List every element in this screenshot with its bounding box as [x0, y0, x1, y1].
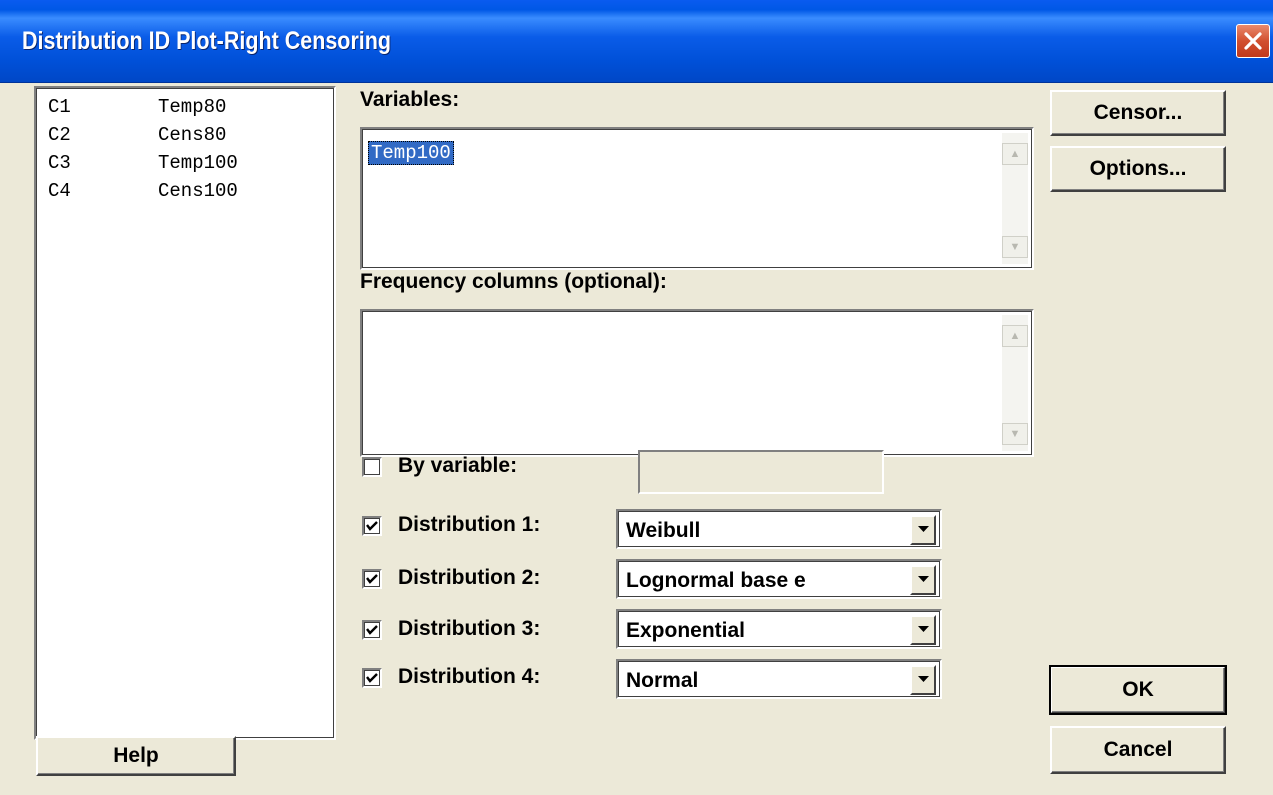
- list-item[interactable]: C2 Cens80: [48, 124, 226, 146]
- chevron-down-icon: [918, 626, 929, 632]
- chevron-down-icon: [918, 576, 929, 582]
- distribution-3-label: Distribution 3:: [398, 617, 541, 640]
- help-button[interactable]: Help: [36, 736, 236, 776]
- dropdown-button[interactable]: [910, 615, 936, 645]
- column-id: C1: [48, 96, 71, 118]
- scroll-up-icon[interactable]: ▲: [1002, 325, 1028, 347]
- ok-button[interactable]: OK: [1049, 665, 1227, 715]
- column-id: C3: [48, 152, 71, 174]
- variables-label: Variables:: [360, 88, 460, 111]
- distribution-2-checkbox[interactable]: [362, 569, 382, 589]
- column-id: C2: [48, 124, 71, 146]
- column-name: Cens80: [158, 124, 227, 146]
- scroll-up-icon[interactable]: ▲: [1002, 143, 1028, 165]
- distribution-4-checkbox[interactable]: [362, 668, 382, 688]
- chevron-down-icon: [918, 526, 929, 532]
- column-id: C4: [48, 180, 71, 202]
- by-variable-label: By variable:: [398, 454, 518, 477]
- chevron-down-icon: [918, 676, 929, 682]
- frequency-scrollbar[interactable]: ▲ ▼: [1002, 315, 1028, 451]
- window-title: Distribution ID Plot-Right Censoring: [22, 27, 392, 55]
- by-variable-checkbox[interactable]: [362, 457, 382, 477]
- distribution-3-select[interactable]: Exponential: [616, 609, 942, 649]
- variable-list[interactable]: C1 Temp80 C2 Cens80 C3 Temp100 C4 Cens100: [34, 86, 336, 740]
- checkmark-icon: [366, 625, 378, 635]
- dropdown-button[interactable]: [910, 565, 936, 595]
- list-item[interactable]: C4 Cens100: [48, 180, 238, 202]
- frequency-label: Frequency columns (optional):: [360, 270, 671, 294]
- close-icon: [1244, 32, 1262, 50]
- distribution-4-value: Normal: [626, 669, 699, 692]
- censor-button[interactable]: Censor...: [1050, 90, 1226, 136]
- distribution-1-select[interactable]: Weibull: [616, 509, 942, 549]
- distribution-3-value: Exponential: [626, 619, 746, 642]
- distribution-1-value: Weibull: [626, 519, 701, 542]
- list-item[interactable]: C3 Temp100: [48, 152, 238, 174]
- column-name: Temp80: [158, 96, 227, 118]
- variables-field[interactable]: Temp100 ▲ ▼: [360, 127, 1034, 270]
- cancel-button[interactable]: Cancel: [1050, 726, 1226, 774]
- distribution-4-label: Distribution 4:: [398, 665, 541, 688]
- distribution-2-select[interactable]: Lognormal base e: [616, 559, 942, 599]
- dropdown-button[interactable]: [910, 665, 936, 695]
- checkmark-icon: [366, 521, 378, 531]
- scroll-down-icon[interactable]: ▼: [1002, 236, 1028, 258]
- column-name: Cens100: [158, 180, 238, 202]
- close-button[interactable]: [1236, 24, 1270, 58]
- distribution-3-checkbox[interactable]: [362, 620, 382, 640]
- distribution-4-select[interactable]: Normal: [616, 659, 942, 699]
- dropdown-button[interactable]: [910, 515, 936, 545]
- variables-value: Temp100: [368, 141, 454, 165]
- distribution-2-label: Distribution 2:: [398, 566, 541, 589]
- checkmark-icon: [366, 574, 378, 584]
- distribution-1-label: Distribution 1:: [398, 513, 541, 536]
- distribution-2-value: Lognormal base e: [626, 569, 806, 592]
- checkmark-icon: [366, 673, 378, 683]
- by-variable-field: [638, 450, 884, 494]
- options-button[interactable]: Options...: [1050, 146, 1226, 192]
- list-item[interactable]: C1 Temp80: [48, 96, 226, 118]
- distribution-1-checkbox[interactable]: [362, 516, 382, 536]
- frequency-field[interactable]: ▲ ▼: [360, 309, 1034, 457]
- scroll-down-icon[interactable]: ▼: [1002, 423, 1028, 445]
- variables-scrollbar[interactable]: ▲ ▼: [1002, 133, 1028, 264]
- column-name: Temp100: [158, 152, 238, 174]
